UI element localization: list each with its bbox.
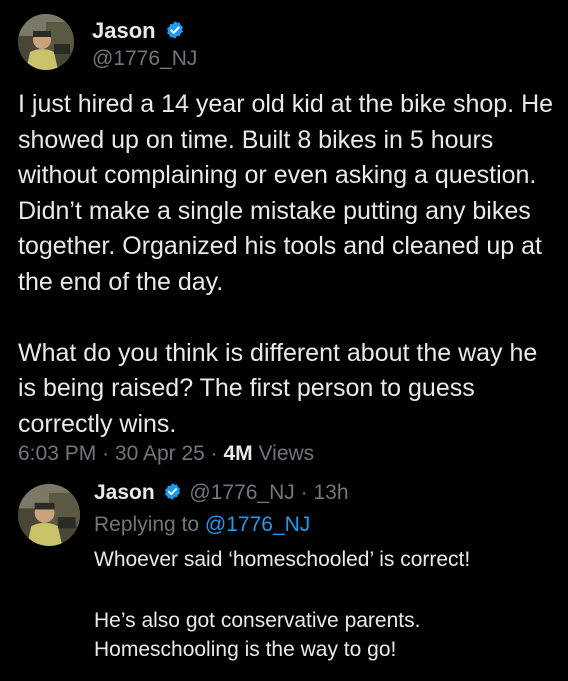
tweet-text: I just hired a 14 year old kid at the bi… xyxy=(18,90,554,438)
author-avatar[interactable] xyxy=(18,14,74,70)
views-count: 4M xyxy=(223,442,253,465)
replying-to: Replying to @1776_NJ xyxy=(94,513,310,537)
reply-author-handle[interactable]: @1776_NJ xyxy=(189,481,294,504)
reply-author-name[interactable]: Jason xyxy=(94,481,155,504)
tweet-date[interactable]: 30 Apr 25 xyxy=(115,442,205,465)
reply-author-avatar[interactable] xyxy=(18,484,80,546)
author-handle[interactable]: @1776_NJ xyxy=(92,47,197,71)
tweet-timestamp[interactable]: 6:03 PM xyxy=(18,442,96,465)
verified-badge-icon xyxy=(166,21,183,39)
tweet-meta: 6:03 PM · 30 Apr 25 · 4M Views xyxy=(18,442,314,466)
reply-separator: · xyxy=(300,481,308,504)
views-label: Views xyxy=(258,442,315,465)
reply-text-line-1: Whoever said ‘homeschooled’ is correct! xyxy=(94,548,471,571)
replying-to-handle[interactable]: @1776_NJ xyxy=(205,513,310,536)
reply-text-line-2: He’s also got conservative parents. Home… xyxy=(94,609,421,661)
author-name[interactable]: Jason xyxy=(92,18,185,44)
reply-time[interactable]: 13h xyxy=(313,481,348,504)
author-name-text[interactable]: Jason xyxy=(92,18,156,43)
reply-header: Jason @1776_NJ · 13h xyxy=(94,481,349,505)
meta-separator: · xyxy=(210,442,218,465)
replying-to-label: Replying to xyxy=(94,513,200,536)
verified-badge-icon xyxy=(164,483,180,500)
meta-separator: · xyxy=(102,442,110,465)
